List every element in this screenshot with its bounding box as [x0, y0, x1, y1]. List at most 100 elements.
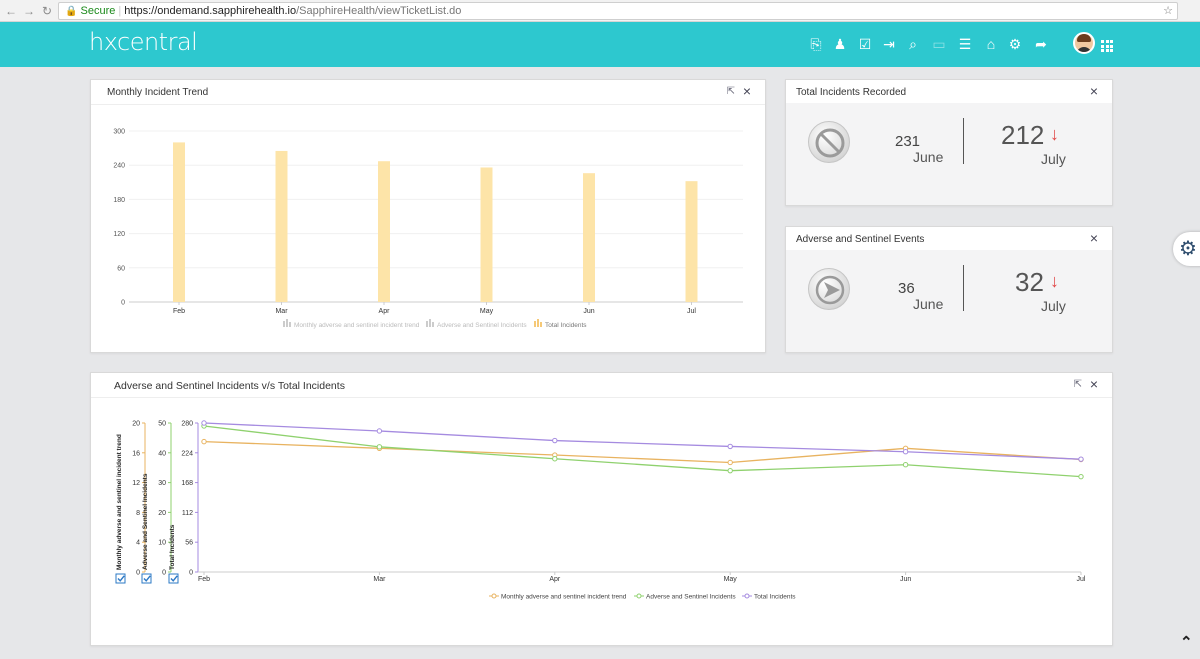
checklist-icon[interactable]: ☑: [857, 36, 873, 52]
total-incidents-panel: Total Incidents Recorded × 231 June 212 …: [785, 79, 1113, 206]
close-icon[interactable]: ×: [743, 84, 751, 98]
axis-checkbox[interactable]: [115, 573, 126, 584]
current-value: 32: [1015, 267, 1044, 297]
axis-checkbox[interactable]: [168, 573, 179, 584]
legend-label: Monthly adverse and sentinel incident tr…: [501, 594, 627, 601]
app-header: hxcentral ⎘ ♟ ☑ ⇥ ⌕ ▭ ☰ ⌂ ⚙ ➦: [0, 22, 1200, 67]
bar-chart: 0 60 120 180 240 300 Feb Mar Apr May Jun Jul Monthly…: [113, 129, 743, 329]
panel-header: Adverse and Sentinel Incidents v/s Total…: [91, 373, 1112, 398]
settings-gear-icon[interactable]: ⚙: [1007, 36, 1023, 52]
y-axis-label: Total Incidents: [169, 524, 176, 570]
apps-grid-icon[interactable]: [1101, 40, 1113, 52]
monitor-icon[interactable]: ▭: [931, 36, 947, 52]
previous-value: 231: [895, 133, 921, 150]
y-tick-label: 8: [136, 510, 140, 517]
previous-value: 36: [898, 280, 915, 297]
legend-item: Monthly adverse and sentinel incident tr…: [283, 319, 420, 329]
reload-icon[interactable]: ↻: [40, 3, 54, 19]
legend-swatch: [429, 319, 431, 327]
y-tick-label: 180: [113, 197, 125, 204]
current-value: 212: [1001, 120, 1045, 150]
url-path: /SapphireHealth/viewTicketList.do: [296, 5, 462, 17]
legend-label: Total Incidents: [754, 594, 796, 601]
data-point: [1078, 473, 1084, 480]
login-icon[interactable]: ⇥: [881, 36, 897, 52]
stat-body: 36 June 32 ↓ July: [786, 250, 1112, 352]
app-logo[interactable]: hxcentral: [89, 28, 198, 56]
search-icon[interactable]: ⌕: [905, 36, 921, 52]
bar: [583, 173, 595, 302]
document-arrow-icon[interactable]: ⎘: [808, 36, 824, 52]
bar: [685, 181, 698, 302]
y-tick-label: 168: [181, 480, 193, 487]
comparison-panel: Adverse and Sentinel Incidents v/s Total…: [90, 372, 1113, 646]
legend-swatch: [534, 321, 536, 327]
legend-swatch: [283, 321, 285, 327]
x-tick-label: Apr: [549, 576, 561, 583]
expand-icon[interactable]: ⇱: [727, 86, 735, 97]
x-tick-label: Jun: [583, 308, 594, 315]
data-point: [727, 443, 733, 450]
panel-title: Adverse and Sentinel Events: [796, 234, 925, 245]
bar: [378, 161, 390, 302]
y-tick-label: 0: [121, 300, 125, 307]
checkbox-box: [141, 573, 152, 584]
panel-header: Adverse and Sentinel Events ×: [786, 227, 1112, 252]
bookmark-star-icon[interactable]: ☆: [1163, 3, 1173, 19]
close-icon[interactable]: ×: [1090, 377, 1098, 391]
close-icon[interactable]: ×: [1090, 231, 1098, 245]
close-icon[interactable]: ×: [1090, 84, 1098, 98]
divider: [963, 118, 964, 164]
legend-label: Adverse and Sentinel Incidents: [646, 594, 736, 601]
back-icon[interactable]: ←: [4, 3, 18, 19]
current-month: July: [1041, 298, 1066, 314]
scroll-top-chevron-icon[interactable]: ⌃: [1180, 633, 1193, 651]
panel-title: Monthly Incident Trend: [107, 87, 209, 98]
data-point: [727, 467, 733, 474]
avatar[interactable]: [1073, 32, 1095, 54]
x-tick-label: Jul: [687, 308, 696, 315]
x-tick-label: Apr: [379, 308, 391, 315]
y-tick-label: 280: [181, 421, 193, 428]
data-point: [201, 438, 207, 445]
data-point: [1078, 456, 1084, 462]
x-tick-label: Feb: [173, 308, 185, 315]
arrow-down-icon: ↓: [1050, 271, 1059, 291]
data-point: [552, 456, 558, 462]
checkbox-box: [115, 573, 126, 584]
legend-label: Monthly adverse and sentinel incident tr…: [294, 322, 420, 329]
x-tick-label: Jun: [900, 576, 911, 583]
current-month: July: [1041, 151, 1066, 167]
y-tick-label: 112: [182, 510, 193, 517]
y-tick-label: 12: [132, 480, 140, 487]
settings-tab-gear-icon[interactable]: ⚙: [1173, 232, 1200, 266]
data-point: [376, 428, 383, 434]
previous-month: June: [913, 149, 944, 165]
user-tree-icon[interactable]: ♟: [832, 36, 848, 52]
y-tick-label: 60: [117, 265, 125, 272]
legend-swatch: [426, 321, 428, 327]
legend-item: Total Incidents: [742, 593, 796, 601]
legend-item: Adverse and Sentinel Incidents: [634, 593, 736, 601]
divider: [963, 265, 964, 311]
data-point: [552, 437, 558, 444]
y-tick-label: 120: [113, 231, 125, 238]
y-axis-label: Monthly adverse and sentinel incident tr…: [116, 434, 123, 570]
browser-toolbar: ← → ↻ 🔒 Secure | https://ondemand.sapphire…: [0, 0, 1200, 22]
adverse-events-panel: Adverse and Sentinel Events × 36 June 32…: [785, 226, 1113, 353]
axis-checkbox[interactable]: [141, 573, 152, 584]
y-tick-label: 40: [158, 450, 166, 457]
prohibited-icon: [808, 121, 850, 163]
panel-title: Total Incidents Recorded: [796, 87, 907, 98]
legend-label: Total Incidents: [545, 322, 587, 329]
legend-swatch: [286, 319, 288, 327]
home-icon[interactable]: ⌂: [983, 36, 999, 52]
list-icon[interactable]: ☰: [957, 36, 973, 52]
forward-icon[interactable]: →: [22, 3, 36, 19]
expand-icon[interactable]: ⇱: [1074, 379, 1082, 390]
panel-header: Monthly Incident Trend ⇱ ×: [91, 80, 765, 105]
legend-swatch: [537, 319, 539, 327]
y-tick-label: 4: [136, 540, 140, 547]
share-arrow-icon[interactable]: ➦: [1033, 36, 1049, 52]
address-bar[interactable]: 🔒 Secure | https://ondemand.sapphirehealth…: [58, 2, 1178, 20]
